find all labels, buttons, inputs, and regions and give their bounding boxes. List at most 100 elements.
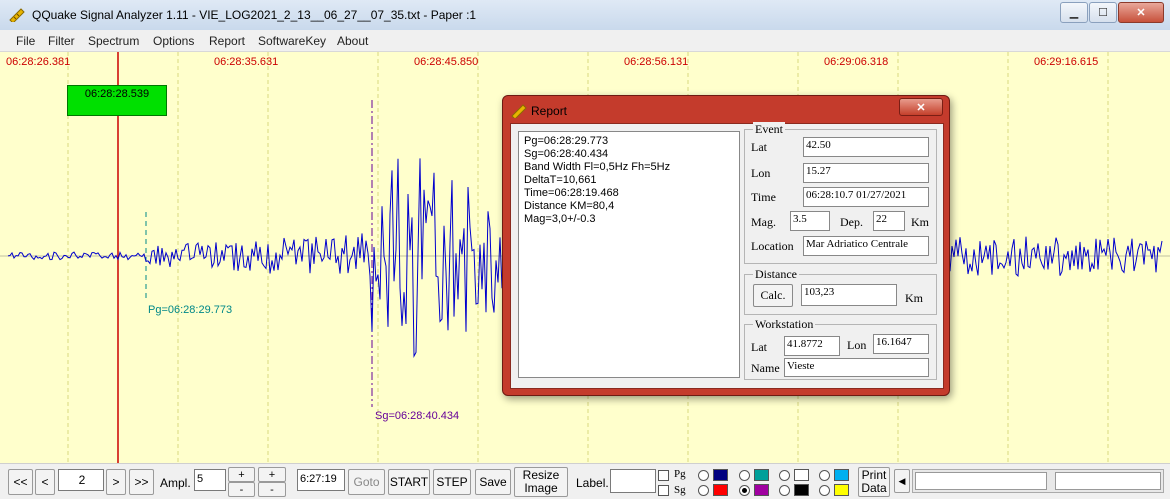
event-lon-label: Lon	[751, 166, 771, 180]
sg-checkbox[interactable]	[658, 485, 669, 496]
ruler-app-icon	[9, 8, 25, 22]
time-label-5: 06:29:06.318	[824, 56, 889, 68]
menu-report[interactable]: Report	[209, 34, 245, 48]
color-radio-white[interactable]	[779, 470, 790, 481]
report-line: Time=06:28:19.468	[524, 187, 619, 199]
save-button[interactable]: Save	[475, 469, 511, 495]
event-lon-field[interactable]: 15.27	[803, 163, 929, 183]
workstation-lon-field[interactable]: 16.1647	[873, 334, 929, 354]
bottom-toolbar: << < 2 > >> Ampl. 5 + - + - 6:27:19 Goto…	[0, 463, 1170, 499]
color-swatch-navy[interactable]	[713, 469, 728, 481]
event-lat-field[interactable]: 42.50	[803, 137, 929, 157]
title-bar: QQuake Signal Analyzer 1.11 - VIE_LOG202…	[0, 0, 1170, 30]
color-swatch-black[interactable]	[794, 484, 809, 496]
sg-checkbox-label: Sg	[674, 484, 686, 496]
report-dialog: Report ✕ Pg=06:28:29.773 Sg=06:28:40.434…	[502, 95, 950, 396]
workstation-group-title: Workstation	[753, 317, 816, 332]
scrollbar-track-segment[interactable]	[1055, 472, 1161, 490]
menu-bar: File Filter Spectrum Options Report Soft…	[0, 30, 1170, 52]
report-line: Band Width Fl=0,5Hz Fh=5Hz	[524, 161, 671, 173]
menu-spectrum[interactable]: Spectrum	[88, 34, 139, 48]
dialog-title: Report	[531, 104, 568, 118]
time-field[interactable]: 6:27:19	[297, 469, 345, 491]
menu-filter[interactable]: Filter	[48, 34, 75, 48]
event-mag-label: Mag.	[751, 215, 776, 229]
time-label-1: 06:28:26.381	[6, 56, 71, 68]
workstation-name-field[interactable]: Vieste	[784, 358, 929, 377]
event-mag-field[interactable]: 3.5	[790, 211, 830, 231]
event-time-field[interactable]: 06:28:10.7 01/27/2021	[803, 187, 929, 207]
step-button[interactable]: STEP	[433, 469, 471, 495]
maximize-icon: ☐	[1098, 7, 1108, 19]
color-radio-cyan[interactable]	[819, 470, 830, 481]
page-number-field[interactable]: 2	[58, 469, 104, 491]
time-label-3: 06:28:45.850	[414, 56, 479, 68]
horizontal-scrollbar[interactable]	[912, 469, 1164, 493]
close-button[interactable]: ✕	[1118, 2, 1164, 23]
workstation-lon-label: Lon	[847, 338, 867, 352]
label-field[interactable]	[610, 469, 656, 493]
prev-page-button[interactable]: <	[35, 469, 55, 495]
color-radio-black[interactable]	[779, 485, 790, 496]
last-page-button[interactable]: >>	[129, 469, 154, 495]
color-radio-yellow[interactable]	[819, 485, 830, 496]
event-dep-field[interactable]: 22	[873, 211, 905, 231]
maximize-button[interactable]: ☐	[1089, 2, 1117, 23]
pg-pick-label: Pg=06:28:29.773	[148, 304, 233, 316]
next-page-button[interactable]: >	[106, 469, 126, 495]
start-button[interactable]: START	[388, 469, 430, 495]
dialog-close-button[interactable]: ✕	[899, 98, 943, 116]
workstation-lat-field[interactable]: 41.8772	[784, 336, 840, 356]
print-label-line2: Data	[861, 481, 887, 495]
color-swatch-yellow[interactable]	[834, 484, 849, 496]
scrollbar-thumb[interactable]	[915, 472, 1047, 490]
time-label-2: 06:28:35.631	[214, 56, 279, 68]
print-data-button[interactable]: Print Data	[858, 467, 890, 497]
scroll-left-button[interactable]: ◀	[894, 469, 910, 493]
distance-field[interactable]: 103,23	[801, 284, 897, 306]
ampl-plus-button[interactable]: +	[228, 467, 255, 482]
event-location-field[interactable]: Mar Adriatico Centrale	[803, 236, 929, 256]
color-radio-navy[interactable]	[698, 470, 709, 481]
ruler-dialog-icon	[511, 104, 527, 118]
pg-checkbox[interactable]	[658, 470, 669, 481]
color-swatch-purple[interactable]	[754, 484, 769, 496]
color-radio-teal[interactable]	[739, 470, 750, 481]
color-swatch-white[interactable]	[794, 469, 809, 481]
time-label-4: 06:28:56.131	[624, 56, 689, 68]
event-time-label: Time	[751, 190, 776, 204]
minimize-icon: ▁	[1069, 7, 1079, 19]
resize-image-button[interactable]: Resize Image	[514, 467, 568, 497]
close-icon: ✕	[1136, 7, 1146, 19]
zoom-plus-button[interactable]: +	[258, 467, 286, 482]
report-line: Distance KM=80,4	[524, 200, 615, 212]
menu-softwarekey[interactable]: SoftwareKey	[258, 34, 326, 48]
workstation-name-label: Name	[751, 361, 780, 375]
color-swatch-cyan[interactable]	[834, 469, 849, 481]
sg-pick-label: Sg=06:28:40.434	[375, 410, 460, 422]
time-marker-box[interactable]: 06:28:28.539	[67, 85, 167, 116]
menu-about[interactable]: About	[337, 34, 368, 48]
pg-checkbox-label: Pg	[674, 468, 686, 480]
color-radio-purple[interactable]	[739, 485, 750, 496]
color-radio-red[interactable]	[698, 485, 709, 496]
report-textbox[interactable]: Pg=06:28:29.773 Sg=06:28:40.434 Band Wid…	[518, 131, 740, 378]
minimize-button[interactable]: ▁	[1060, 2, 1088, 23]
close-icon: ✕	[916, 101, 926, 114]
menu-file[interactable]: File	[16, 34, 35, 48]
color-swatch-teal[interactable]	[754, 469, 769, 481]
report-line: Mag=3,0+/-0.3	[524, 213, 596, 225]
color-swatch-red[interactable]	[713, 484, 728, 496]
distance-group-title: Distance	[753, 267, 799, 282]
goto-button[interactable]: Goto	[348, 469, 385, 495]
ampl-field[interactable]: 5	[194, 469, 226, 491]
first-page-button[interactable]: <<	[8, 469, 33, 495]
distance-km-label: Km	[905, 291, 923, 305]
menu-options[interactable]: Options	[153, 34, 194, 48]
calc-distance-button[interactable]: Calc.	[753, 284, 793, 307]
zoom-minus-button[interactable]: -	[258, 482, 286, 497]
dialog-body: Pg=06:28:29.773 Sg=06:28:40.434 Band Wid…	[510, 122, 944, 389]
report-line: Pg=06:28:29.773	[524, 135, 609, 147]
event-dep-label: Dep.	[840, 215, 863, 229]
ampl-minus-button[interactable]: -	[228, 482, 255, 497]
